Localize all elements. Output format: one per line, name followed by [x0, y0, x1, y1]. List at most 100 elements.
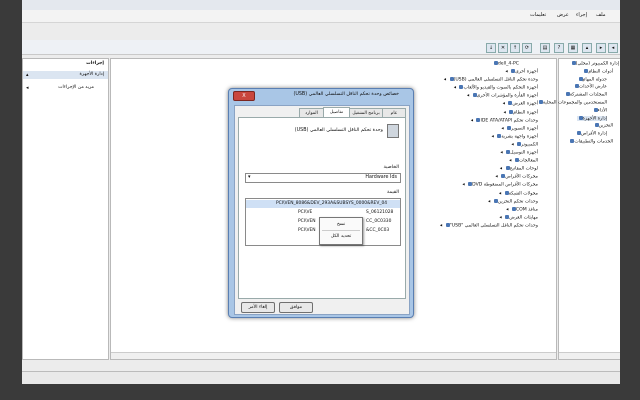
horizontal-scrollbar[interactable] — [111, 352, 556, 359]
context-select-all[interactable]: تحديد الكل — [324, 232, 358, 242]
expand-icon[interactable]: ◂ — [467, 94, 471, 99]
property-value: Hardware Ids — [365, 175, 397, 180]
expand-icon[interactable]: ◂ — [506, 207, 510, 212]
device-category-item[interactable]: أجهزة النظام ◂ — [504, 109, 538, 115]
device-category-item[interactable]: المعالجات ◂ — [509, 158, 538, 164]
expand-icon[interactable]: ◂ — [471, 118, 475, 123]
hardware-id-value[interactable]: PCI\VE — [298, 210, 312, 215]
device-category-item[interactable]: محولات الشبكة ◂ — [499, 190, 538, 196]
expand-icon[interactable]: ◂ — [495, 175, 499, 180]
device-category-item[interactable]: أجهزة التحكم بالصوت والفيديو والألعاب ◂ — [454, 85, 538, 91]
help-icon[interactable]: ? — [554, 43, 564, 53]
forward-icon[interactable]: ▸ — [596, 43, 606, 53]
tree-item-label: عارض الأحداث — [578, 84, 607, 90]
details-panel: وحدة تحكم الناقل التسلسلي العالمي (USB) … — [238, 117, 406, 299]
chevron-down-icon[interactable]: ▾ — [248, 174, 251, 180]
more-actions-link[interactable]: مزيد من الإجراءات — [58, 85, 94, 90]
hardware-id-value-tail[interactable]: S_06121028 — [366, 210, 393, 215]
expand-icon[interactable]: ◂ — [488, 199, 492, 204]
device-category-item[interactable]: أجهزة العرض ◂ — [503, 101, 538, 107]
tree-item[interactable]: الأداء — [592, 107, 607, 113]
update-driver-icon[interactable]: ↑ — [510, 43, 520, 53]
expand-icon[interactable]: ◂ — [499, 215, 503, 220]
device-category-label: أجهزة الفأرة والمؤشرات الأخرى — [476, 93, 538, 99]
expand-icon[interactable]: ◂ — [505, 70, 509, 75]
device-tree-root[interactable]: dell_4-PC — [492, 61, 519, 67]
tree-item[interactable]: جدولة المهام — [577, 76, 607, 82]
collapse-icon[interactable]: ▴ — [26, 72, 29, 78]
device-category-item[interactable]: أجهزة التوصيل ◂ — [500, 150, 538, 156]
tree-item[interactable]: عارض الأحداث — [573, 84, 607, 90]
expand-icon[interactable]: ◂ — [500, 151, 504, 156]
cancel-button[interactable]: إلغاء الأمر — [241, 302, 275, 313]
tree-item[interactable]: المجلدات المشتركة — [564, 92, 607, 98]
usb-device-icon — [387, 124, 399, 138]
dialog-title: خصائص وحدة تحكم الناقل التسلسلي العالمي … — [293, 92, 399, 97]
expand-icon[interactable]: ◂ — [499, 191, 503, 196]
expand-icon[interactable]: ◂ — [454, 86, 458, 91]
expand-icon[interactable]: ◂ — [462, 183, 466, 188]
device-category-label: أجهزة النظام — [513, 110, 538, 115]
device-category-item[interactable]: وحدات تحكم IDE ATA/ATAPI ◂ — [471, 117, 538, 123]
expand-icon[interactable]: ◂ — [504, 110, 508, 115]
property-select[interactable]: Hardware Ids ▾ — [245, 173, 401, 183]
menu-help[interactable]: تعليمات — [530, 12, 546, 18]
menu-action[interactable]: إجراء — [576, 12, 587, 18]
device-category-item[interactable]: أجهزة أخرى ◂ — [505, 69, 538, 75]
expand-icon[interactable]: ◂ — [511, 142, 515, 147]
expand-icon[interactable]: ◂ — [501, 126, 505, 131]
hardware-id-value-tail[interactable]: &CC_0C03 — [366, 228, 389, 233]
hardware-id-value[interactable]: PCI\VEN — [298, 219, 316, 224]
status-bar — [22, 371, 620, 384]
device-category-item[interactable]: وحدات تحكم الناقل التسلسلي العالمي "USB"… — [440, 222, 538, 228]
device-category-label: منافذ COM — [515, 207, 538, 213]
expand-icon[interactable]: ◂ — [503, 102, 507, 107]
back-icon[interactable]: ◂ — [608, 43, 618, 53]
device-category-item[interactable]: وحدة تحكم الناقل التسلسلي العالمي (USB) … — [444, 77, 538, 83]
tree-item[interactable]: التخزين — [593, 123, 613, 129]
tree-item[interactable]: إدارة الأقراص — [575, 131, 607, 137]
expand-icon[interactable]: ◂ — [444, 78, 448, 83]
disable-icon[interactable]: ↓ — [486, 43, 496, 53]
device-category-item[interactable]: مهايئات العرض ◂ — [499, 214, 538, 220]
tree-item[interactable]: الخدمات والتطبيقات — [568, 139, 613, 145]
device-category-item[interactable]: وحدات تحكم التخزين ◂ — [488, 198, 538, 204]
hardware-id-value-tail[interactable]: CC_0C0330 — [366, 219, 391, 224]
expand-icon[interactable]: ◂ — [492, 134, 496, 139]
hardware-id-value[interactable]: PCI\VEN_8086&DEV_293A&SUBSYS_0000&REV_04 — [276, 201, 387, 206]
tree-item[interactable]: إدارة الأجهزة — [576, 115, 607, 122]
tree-item[interactable]: المستخدمين والمجموعات المحلية — [537, 100, 607, 106]
device-category-item[interactable]: أجهزة واجهة بشرية ◂ — [492, 133, 538, 139]
menu-view[interactable]: عرض — [557, 12, 569, 18]
close-icon[interactable]: X — [233, 91, 255, 101]
uninstall-icon[interactable]: ✕ — [498, 43, 508, 53]
device-category-item[interactable]: الكمبيوتر ◂ — [511, 141, 538, 147]
device-category-item[interactable]: أجهزة الفأرة والمؤشرات الأخرى ◂ — [467, 93, 538, 99]
expand-icon[interactable]: ◂ — [500, 167, 504, 172]
device-category-label: أجهزة العرض — [512, 101, 538, 107]
actions-section-bar[interactable]: إدارة الأجهزة ▴ — [23, 71, 108, 79]
tree-scrollbar[interactable] — [559, 352, 620, 359]
tree-toggle-icon[interactable]: ▦ — [568, 43, 578, 53]
hardware-id-value[interactable]: PCI\VEN — [298, 228, 316, 233]
root-label: dell_4-PC — [497, 61, 519, 67]
device-category-item[interactable]: محركات الأقراص المضغوطة DVD ◂ — [462, 182, 538, 188]
context-separator — [322, 230, 360, 231]
device-category-item[interactable]: لوحات المفاتيح ◂ — [500, 166, 538, 172]
tree-item[interactable]: إدارة الكمبيوتر (محلي) — [570, 61, 619, 67]
actions-header: إجراءات — [86, 61, 104, 66]
device-category-item[interactable]: محركات الأقراص ◂ — [495, 174, 538, 180]
context-copy[interactable]: نسخ — [324, 220, 358, 230]
properties-icon[interactable]: ▤ — [540, 43, 550, 53]
tree-item-label: أدوات النظام — [588, 69, 613, 75]
device-category-item[interactable]: أجهزة التصوير ◂ — [501, 125, 538, 131]
up-icon[interactable]: ▴ — [582, 43, 592, 53]
scan-hardware-icon[interactable]: ⟳ — [522, 43, 532, 53]
value-label: القيمة — [386, 190, 399, 195]
device-category-item[interactable]: منافذ COM ◂ — [506, 206, 538, 213]
menu-file[interactable]: ملف — [596, 12, 606, 18]
expand-icon[interactable]: ◂ — [440, 223, 444, 228]
tree-item[interactable]: أدوات النظام — [582, 68, 613, 75]
ok-button[interactable]: موافق — [279, 302, 313, 313]
expand-icon[interactable]: ◂ — [509, 159, 513, 164]
